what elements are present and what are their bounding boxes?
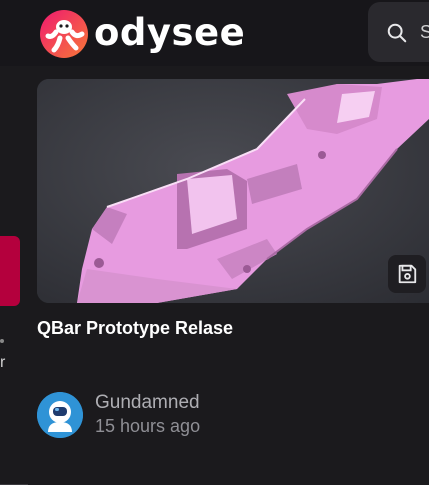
odysee-logo[interactable]: odysee [38, 8, 245, 60]
odysee-logo-icon [40, 10, 88, 58]
sidebar-active-button[interactable] [0, 236, 20, 306]
sidebar-partial-label: r [0, 354, 6, 371]
search-icon [387, 23, 407, 43]
search-placeholder: S [420, 22, 429, 42]
upload-time: 15 hours ago [95, 416, 201, 436]
video-title[interactable]: QBar Prototype Relase [37, 318, 233, 339]
channel-name[interactable]: Gundamned [95, 392, 200, 414]
channel-avatar[interactable] [37, 392, 83, 438]
top-bar: odysee S [0, 0, 429, 66]
video-thumbnail[interactable] [37, 79, 429, 303]
save-icon [398, 264, 417, 284]
astronaut-avatar-icon [37, 392, 83, 438]
sidebar-edge: r [0, 66, 28, 485]
search-bar[interactable]: S [368, 2, 429, 62]
logo-text: odysee [94, 10, 246, 54]
sidebar-dot [0, 339, 4, 343]
thumbnail-image [37, 79, 429, 303]
save-button[interactable] [388, 255, 426, 293]
